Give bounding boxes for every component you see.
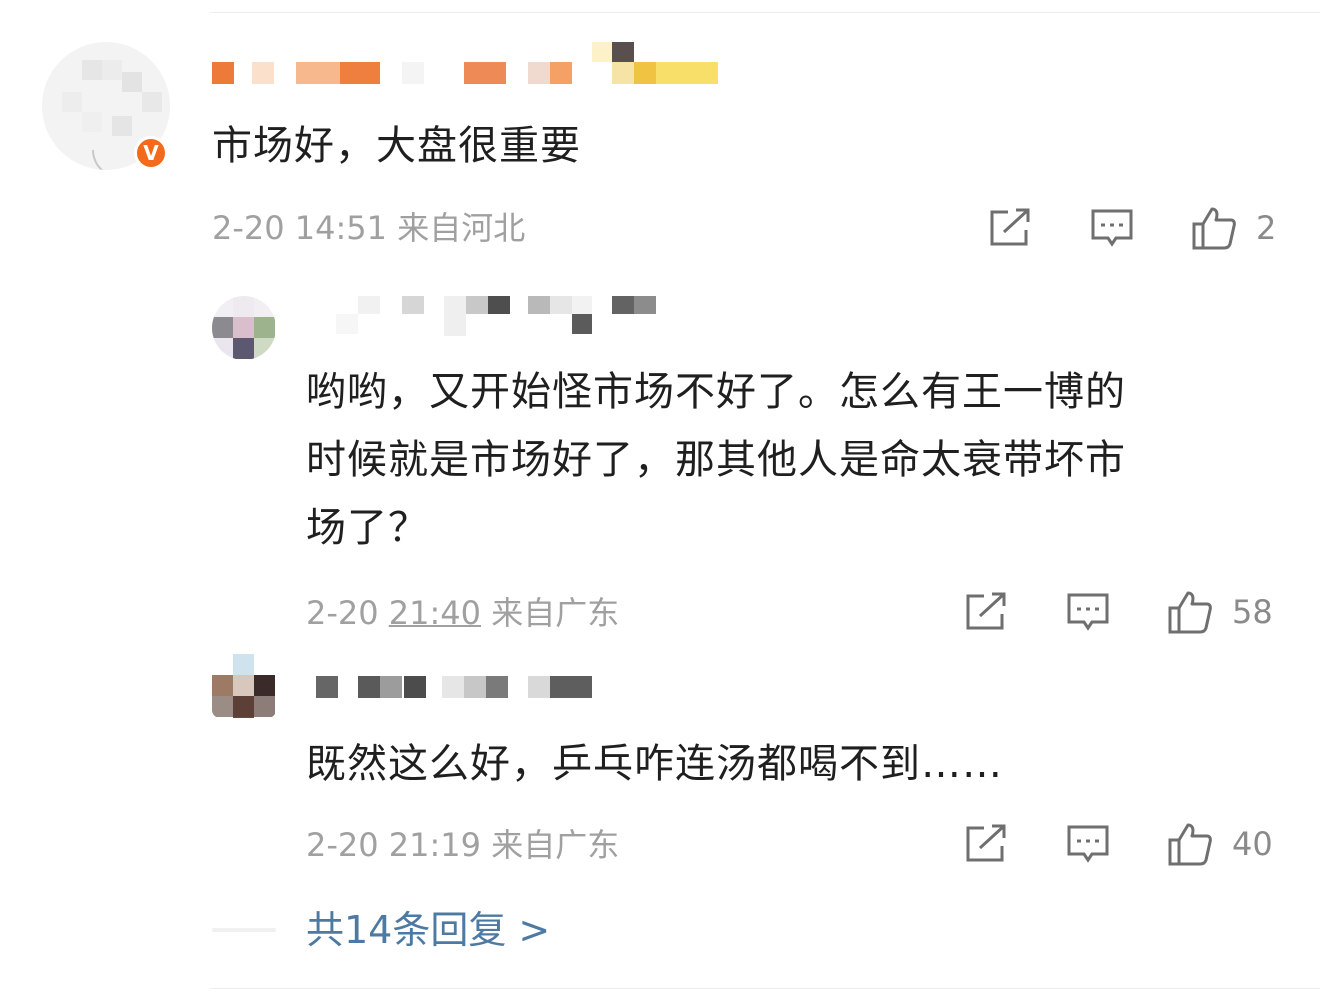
reply-username-blurred[interactable] [336,296,666,338]
like-count: 58 [1232,593,1273,631]
top-divider [210,12,1320,13]
comment-icon [1067,593,1109,631]
comment-timestamp: 2-20 14:51 [212,209,388,247]
share-button[interactable] [962,590,1010,634]
comment-meta: 2-20 14:51 来自河北 [212,208,525,248]
reply-text: 哟哟，又开始怪市场不好了。怎么有王一博的 时候就是市场好了，那其他人是命太衰带坏… [306,358,1126,562]
username-blurred[interactable] [212,42,720,84]
reply-avatar[interactable] [212,296,276,360]
comment-actions: 2 [986,206,1286,250]
thumbs-up-icon [1168,823,1212,866]
like-button[interactable] [1190,206,1238,250]
bottom-divider [210,988,1320,989]
more-replies-link[interactable]: 共14条回复 > [306,906,550,954]
reply-actions: 40 [962,822,1282,866]
like-count: 2 [1256,209,1277,247]
share-icon [990,208,1030,246]
comment-text: 市场好，大盘很重要 [212,123,581,169]
reply-text-line: 哟哟，又开始怪市场不好了。怎么有王一博的 [306,369,1126,415]
reply-username-blurred[interactable] [316,676,596,698]
thumbs-up-icon [1168,591,1212,634]
more-replies-divider [212,928,276,932]
comment-button[interactable] [1064,822,1112,866]
reply-time: 21:40 [388,594,482,632]
reply-location: 来自广东 [491,826,620,864]
reply-text: 既然这么好，乒乓咋连汤都喝不到…… [306,730,1003,798]
reply-text-line: 既然这么好，乒乓咋连汤都喝不到…… [306,741,1003,787]
comment-button[interactable] [1064,590,1112,634]
reply-time: 21:19 [388,826,482,864]
reply-text-line: 场了？ [306,505,429,551]
reply-meta: 2-20 21:19 来自广东 [306,825,619,865]
comment-location: 来自河北 [397,209,526,247]
like-button[interactable] [1166,822,1214,866]
like-count: 40 [1232,825,1273,863]
reply-location: 来自广东 [491,594,620,632]
reply-date: 2-20 [306,594,379,632]
thumbs-up-icon [1192,207,1236,250]
reply-avatar[interactable] [212,654,276,718]
comment-icon [1091,209,1133,247]
share-icon [966,824,1006,862]
reply-date: 2-20 [306,826,379,864]
comment-button[interactable] [1088,206,1136,250]
share-button[interactable] [962,822,1010,866]
reply-actions: 58 [962,590,1282,634]
share-icon [966,592,1006,630]
like-button[interactable] [1166,590,1214,634]
comment-icon [1067,825,1109,863]
share-button[interactable] [986,206,1034,250]
verified-badge-icon: V [134,136,168,170]
reply-text-line: 时候就是市场好了，那其他人是命太衰带坏市 [306,437,1126,483]
reply-meta: 2-20 21:40 来自广东 [306,593,619,633]
